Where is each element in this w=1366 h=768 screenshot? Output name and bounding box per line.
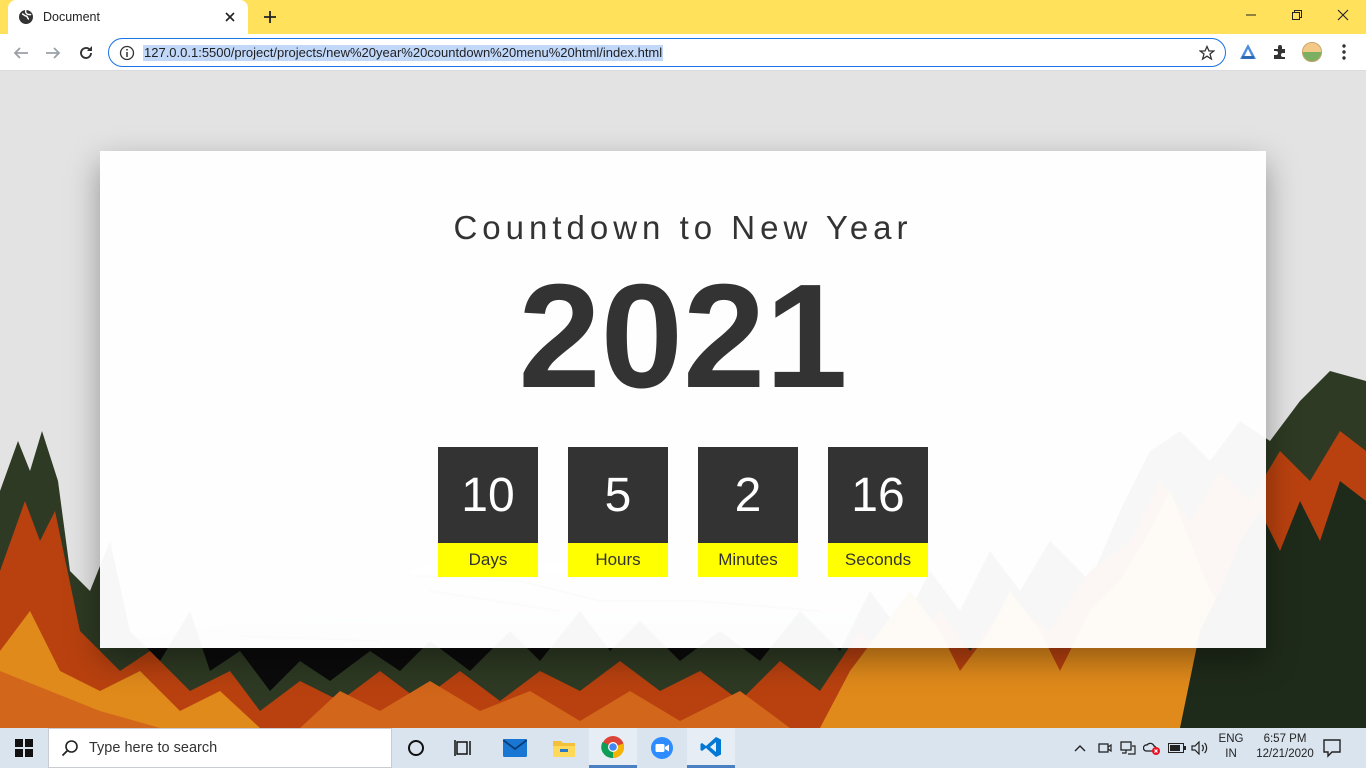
start-button[interactable] (0, 728, 48, 768)
extensions-puzzle-icon[interactable] (1270, 42, 1290, 62)
countdown-label: Hours (568, 543, 668, 577)
tab-title: Document (43, 10, 100, 24)
countdown-value: 5 (568, 447, 668, 543)
meet-now-icon[interactable] (1095, 738, 1115, 758)
reload-button[interactable] (73, 40, 99, 66)
language-code: ENG (1218, 733, 1244, 745)
input-language-indicator[interactable]: ENG IN (1216, 732, 1246, 762)
browser-tab[interactable]: Document (8, 0, 248, 34)
countdown-hours: 5 Hours (568, 447, 668, 577)
browser-toolbar: 127.0.0.1:5500/project/projects/new%20ye… (0, 34, 1366, 71)
search-icon (61, 740, 78, 757)
browser-titlebar: Document (0, 0, 1366, 34)
chrome-icon[interactable] (589, 728, 637, 768)
windows-logo-icon (15, 739, 33, 757)
file-explorer-icon[interactable] (540, 728, 588, 768)
bookmark-star-icon[interactable] (1198, 44, 1216, 61)
clock-date: 12/21/2020 (1256, 748, 1314, 760)
region-code: IN (1225, 748, 1237, 760)
year-display: 2021 (518, 254, 848, 419)
page-heading: Countdown to New Year (453, 209, 913, 246)
address-bar[interactable]: 127.0.0.1:5500/project/projects/new%20ye… (108, 38, 1226, 67)
taskbar-clock[interactable]: 6:57 PM 12/21/2020 (1249, 732, 1321, 762)
battery-icon[interactable] (1167, 738, 1187, 758)
tab-close-icon[interactable] (222, 9, 238, 25)
restore-button[interactable] (1274, 0, 1320, 30)
countdown-value: 16 (828, 447, 928, 543)
taskbar-search-box[interactable]: Type here to search (48, 728, 392, 768)
menu-kebab-icon[interactable] (1334, 42, 1354, 62)
mail-icon[interactable] (491, 728, 539, 768)
countdown-value: 2 (698, 447, 798, 543)
windows-taskbar: Type here to search ENG IN 6:57 PM 12/21… (0, 728, 1366, 768)
countdown-label: Days (438, 543, 538, 577)
countdown-seconds: 16 Seconds (828, 447, 928, 577)
volume-icon[interactable] (1190, 738, 1210, 758)
clock-time: 6:57 PM (1263, 733, 1307, 745)
show-hidden-icons-chevron-icon[interactable] (1070, 738, 1090, 758)
profile-avatar[interactable] (1302, 42, 1322, 62)
countdown-days: 10 Days (438, 447, 538, 577)
task-view-icon[interactable] (440, 728, 488, 768)
notification-center-icon[interactable] (1322, 738, 1344, 758)
search-placeholder: Type here to search (89, 740, 218, 756)
url-text[interactable]: 127.0.0.1:5500/project/projects/new%20ye… (143, 45, 664, 61)
forward-button[interactable] (40, 40, 66, 66)
network-icon[interactable] (1118, 738, 1138, 758)
countdown-minutes: 2 Minutes (698, 447, 798, 577)
globe-icon (18, 9, 34, 25)
site-info-icon[interactable] (119, 45, 135, 61)
minimize-button[interactable] (1228, 0, 1274, 30)
countdown-label: Minutes (698, 543, 798, 577)
extension-drive-icon[interactable] (1238, 42, 1258, 62)
cortana-icon[interactable] (392, 728, 440, 768)
countdown-value: 10 (438, 447, 538, 543)
countdown-label: Seconds (828, 543, 928, 577)
vscode-icon[interactable] (687, 728, 735, 768)
new-tab-button[interactable] (258, 6, 282, 28)
countdown-card: Countdown to New Year 2021 10 Days 5 Hou… (100, 151, 1266, 648)
back-button[interactable] (8, 40, 34, 66)
zoom-icon[interactable] (638, 728, 686, 768)
onedrive-error-icon[interactable] (1142, 738, 1162, 758)
close-window-button[interactable] (1320, 0, 1366, 30)
page-viewport: Countdown to New Year 2021 10 Days 5 Hou… (0, 71, 1366, 728)
